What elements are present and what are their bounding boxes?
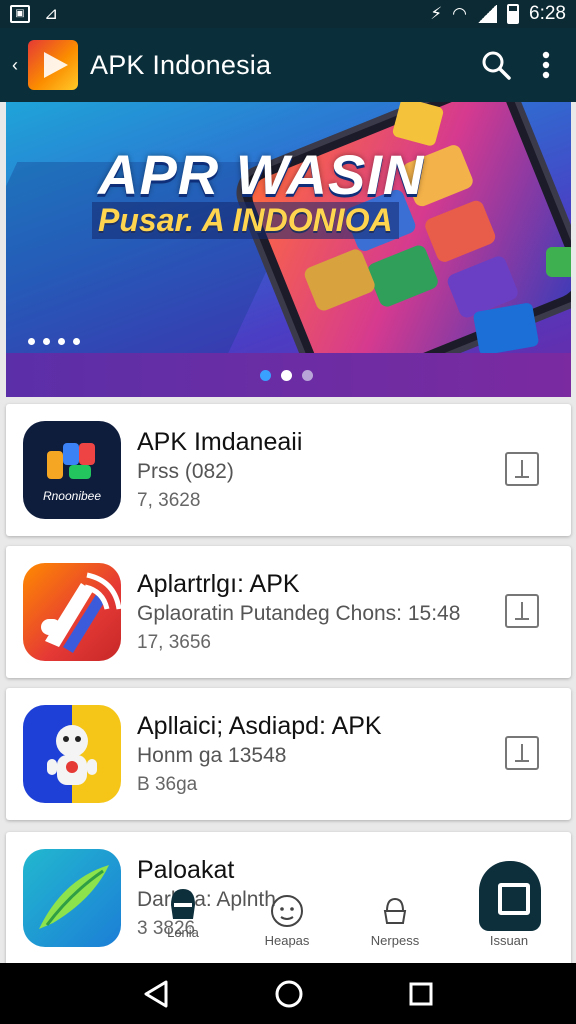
- signal-icon: [477, 5, 498, 23]
- app-subtitle: Gplaoratin Putandeg Chons: 15:48: [137, 602, 461, 625]
- more-vert-icon[interactable]: [542, 51, 550, 79]
- nav-home-icon[interactable]: [274, 979, 304, 1009]
- download-icon[interactable]: [505, 452, 539, 486]
- app-download-count: 7, 3628: [137, 490, 201, 511]
- banner-subtitle-b: A INDONIOA: [201, 202, 393, 238]
- nav-recents-icon[interactable]: [408, 981, 434, 1007]
- pager-dot[interactable]: [260, 370, 271, 381]
- vibrate-icon: ⚡: [430, 4, 443, 23]
- tab-nerpess[interactable]: Nerpess: [350, 875, 440, 948]
- system-nav-bar: [0, 963, 576, 1024]
- tab-label: Lonia: [167, 925, 199, 940]
- app-title: APK Indonesia: [90, 49, 272, 80]
- bottom-tab-bar: Lonia Heapas Nerpess Issuan: [0, 861, 576, 963]
- search-icon[interactable]: [480, 49, 512, 81]
- pager-dot[interactable]: [281, 370, 292, 381]
- banner-subtitle: Pusar. A INDONIOA: [92, 202, 399, 239]
- battery-icon: [507, 4, 520, 24]
- status-bar: ▣ ⊿ ⚡ ◠ 6:28: [0, 0, 576, 28]
- status-time: 6:28: [529, 3, 566, 24]
- app-logo: [28, 40, 78, 90]
- pager-dot[interactable]: [302, 370, 313, 381]
- app-icon: [23, 563, 121, 661]
- app-icon: [23, 705, 121, 803]
- home-icon: [171, 889, 195, 919]
- tab-home[interactable]: Lonia: [138, 875, 228, 940]
- decor-cube: [546, 247, 571, 277]
- ice-cream-icon: [383, 897, 407, 924]
- app-download-count: B 36ga: [137, 774, 198, 795]
- tab-heapas[interactable]: Heapas: [242, 875, 332, 948]
- app-name: Aplartrlgı: APK: [137, 570, 300, 598]
- nfc-icon: ⊿: [44, 4, 59, 23]
- banner-pager[interactable]: [260, 370, 313, 381]
- app-icon: Rnoonibee: [23, 421, 121, 519]
- square-icon[interactable]: [479, 861, 541, 931]
- banner-decor-dots: [28, 338, 80, 345]
- app-subtitle: Prss (082): [137, 460, 234, 483]
- list-item[interactable]: Aplartrlgı: APK Gplaoratin Putandeg Chon…: [6, 546, 571, 678]
- back-icon[interactable]: ‹: [4, 55, 26, 76]
- app-bar: ‹ APK Indonesia: [0, 28, 576, 102]
- download-icon[interactable]: [505, 594, 539, 628]
- app-download-count: 17, 3656: [137, 632, 211, 653]
- download-icon[interactable]: [505, 736, 539, 770]
- app-subtitle: Honm ga 13548: [137, 744, 287, 767]
- nav-back-icon[interactable]: [142, 979, 170, 1009]
- tab-label: Heapas: [264, 933, 310, 948]
- list-item[interactable]: Rnoonibee APK Imdaneaii Prss (082) 7, 36…: [6, 404, 571, 536]
- banner-subtitle-a: Pusar.: [98, 202, 195, 238]
- image-notification-icon: ▣: [10, 5, 30, 23]
- promo-banner[interactable]: APR WASIN Pusar. A INDONIOA: [6, 102, 571, 397]
- face-icon: [271, 895, 303, 927]
- app-name: Apllaici; Asdiapd: APK: [137, 712, 382, 740]
- banner-title: APR WASIN: [98, 143, 425, 206]
- tab-label: Issuan: [489, 933, 529, 948]
- tab-label: Nerpess: [370, 933, 420, 948]
- list-item[interactable]: Apllaici; Asdiapd: APK Honm ga 13548 B 3…: [6, 688, 571, 820]
- app-name: APK Imdaneaii: [137, 428, 303, 456]
- decor-cube: [472, 302, 540, 356]
- wifi-icon: ◠: [452, 4, 468, 23]
- app-icon-caption: Rnoonibee: [42, 489, 102, 503]
